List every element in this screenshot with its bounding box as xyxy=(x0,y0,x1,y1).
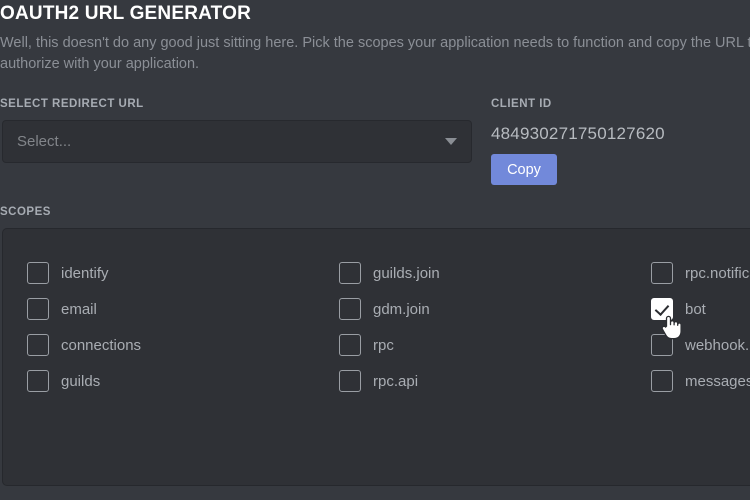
select-redirect-url-label: SELECT REDIRECT URL xyxy=(0,98,144,110)
scope-label: rpc.api xyxy=(373,372,419,390)
client-id-label: CLIENT ID xyxy=(491,98,552,110)
scope-label: guilds.join xyxy=(373,264,440,282)
scope-row[interactable]: email xyxy=(27,291,337,327)
copy-button[interactable]: Copy xyxy=(491,154,557,185)
scopes-label: SCOPES xyxy=(0,206,51,218)
scope-checkbox[interactable] xyxy=(27,334,49,356)
scope-row[interactable]: gdm.join xyxy=(339,291,649,327)
redirect-url-select[interactable]: Select... xyxy=(2,120,472,163)
scope-row[interactable]: identify xyxy=(27,255,337,291)
scope-checkbox[interactable] xyxy=(27,370,49,392)
redirect-url-select-value: Select... xyxy=(17,133,72,150)
scope-checkbox[interactable] xyxy=(27,298,49,320)
scopes-grid: identify email connections guilds guilds… xyxy=(3,255,750,420)
scope-checkbox[interactable] xyxy=(339,334,361,356)
scope-label: identify xyxy=(61,264,109,282)
scopes-column-2: guilds.join gdm.join rpc rpc.api xyxy=(339,255,649,399)
page-title: OAUTH2 URL GENERATOR xyxy=(0,3,252,24)
scope-checkbox[interactable] xyxy=(651,262,673,284)
scopes-column-3: rpc.notifications.read bot webhook.incom… xyxy=(651,255,750,399)
scope-row[interactable]: webhook.incoming xyxy=(651,327,750,363)
scope-row[interactable]: rpc.api xyxy=(339,363,649,399)
scope-label: email xyxy=(61,300,97,318)
oauth2-url-generator-page: OAUTH2 URL GENERATOR Well, this doesn't … xyxy=(0,0,750,500)
scope-checkbox[interactable] xyxy=(651,370,673,392)
scope-checkbox[interactable] xyxy=(27,262,49,284)
scope-row[interactable]: rpc.notifications.read xyxy=(651,255,750,291)
scope-row[interactable]: guilds xyxy=(27,363,337,399)
scope-label: gdm.join xyxy=(373,300,430,318)
client-id-value: 484930271750127620 xyxy=(491,124,665,143)
scope-checkbox-bot[interactable] xyxy=(651,298,673,320)
scope-checkbox[interactable] xyxy=(339,370,361,392)
scope-row[interactable]: connections xyxy=(27,327,337,363)
scope-label: guilds xyxy=(61,372,101,390)
scope-row[interactable]: messages.read xyxy=(651,363,750,399)
scope-checkbox[interactable] xyxy=(339,262,361,284)
scopes-panel: identify email connections guilds guilds… xyxy=(2,228,750,486)
scope-label: rpc xyxy=(373,336,394,354)
scope-checkbox[interactable] xyxy=(339,298,361,320)
scope-label: messages.read xyxy=(685,372,750,390)
page-description: Well, this doesn't do any good just sitt… xyxy=(0,35,750,72)
chevron-down-icon xyxy=(445,138,457,145)
scope-checkbox[interactable] xyxy=(651,334,673,356)
scope-row[interactable]: rpc xyxy=(339,327,649,363)
scope-label: webhook.incoming xyxy=(685,336,750,354)
scopes-column-1: identify email connections guilds xyxy=(27,255,337,399)
scope-row[interactable]: guilds.join xyxy=(339,255,649,291)
scope-row-bot[interactable]: bot xyxy=(651,291,750,327)
scope-label: bot xyxy=(685,300,706,318)
scope-label: rpc.notifications.read xyxy=(685,264,750,282)
scope-label: connections xyxy=(61,336,142,354)
